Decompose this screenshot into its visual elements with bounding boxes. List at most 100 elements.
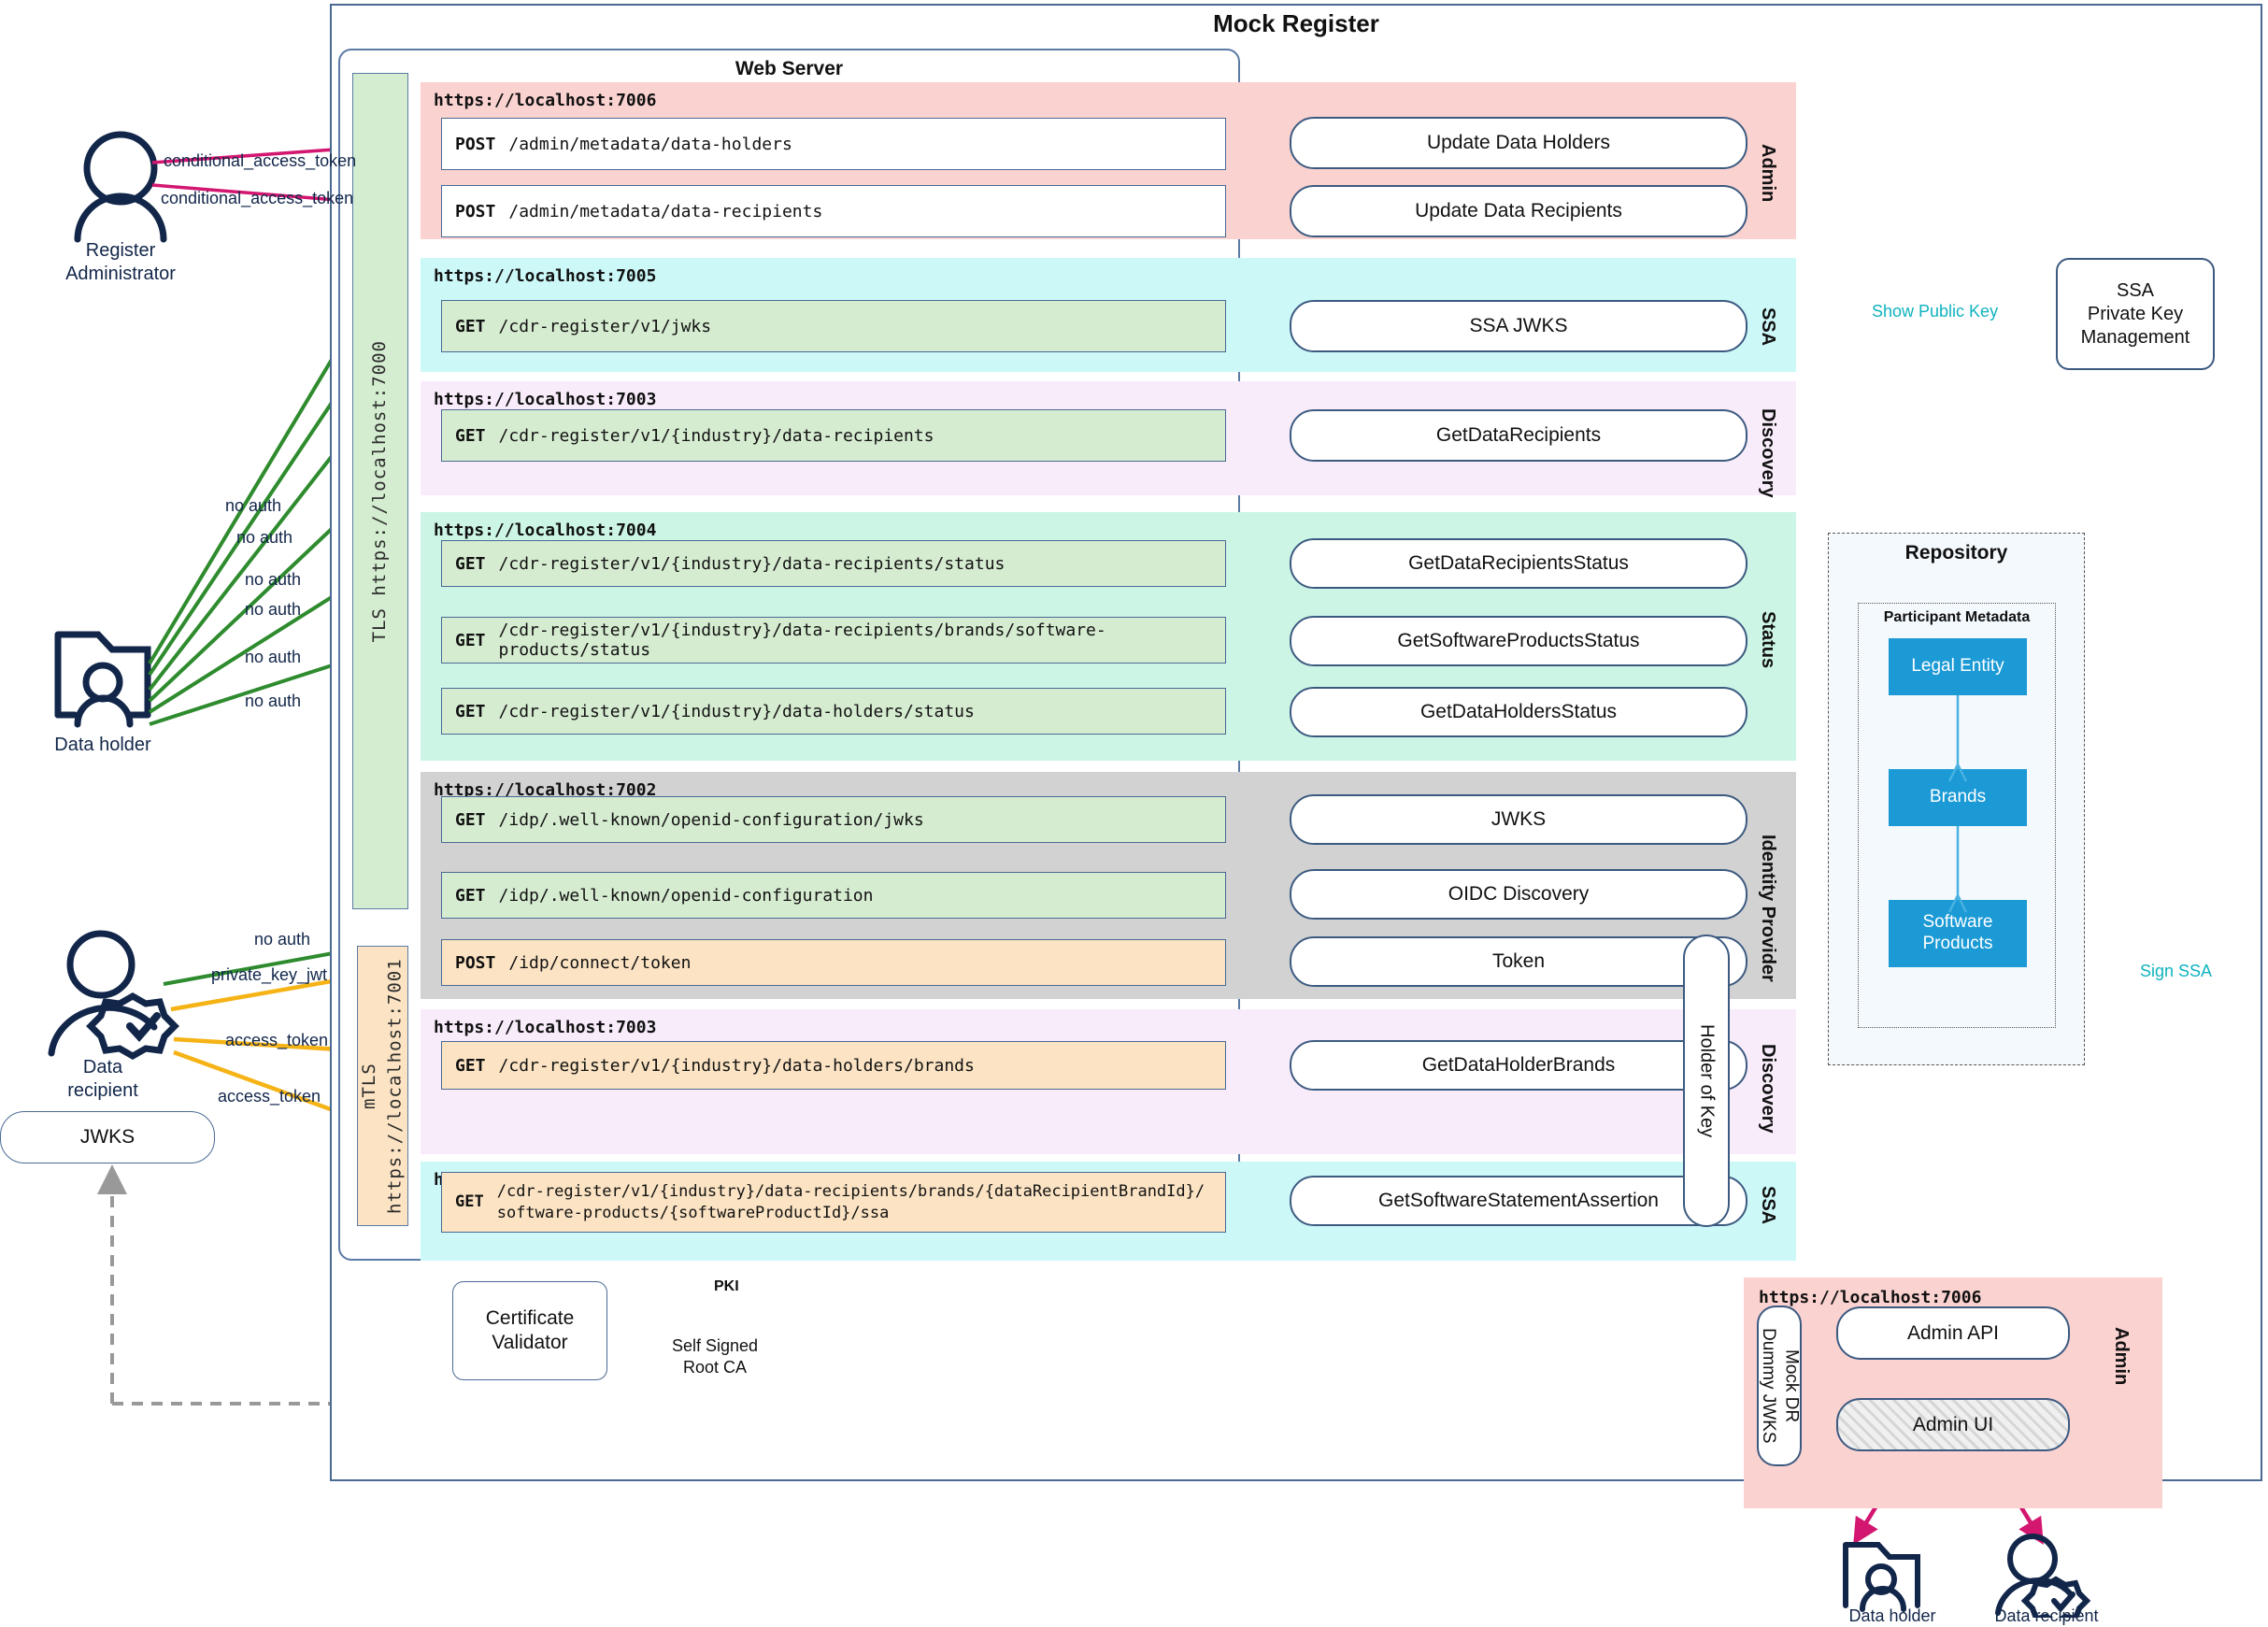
actor-label-data-recipient: Data recipient (67, 1057, 138, 1101)
page-title: Mock Register (1213, 9, 1379, 37)
service-token[interactable]: Token (1290, 936, 1747, 987)
endpoint-path: /cdr-register/v1/{industry}/data-recipie… (498, 621, 1106, 660)
mtls-channel-column: mTLS https://localhost:7001 (357, 946, 408, 1226)
mock-dr-dummy-jwks-box[interactable]: Mock DR Dummy JWKS (1757, 1306, 1802, 1466)
endpoint-get-data-holders-brands[interactable]: GET /cdr-register/v1/{industry}/data-hol… (441, 1041, 1226, 1090)
tls-channel-column: TLS https://localhost:7000 (352, 73, 408, 909)
conn-label-no-auth-5: no auth (245, 648, 302, 666)
band-label-status: Status (1758, 611, 1778, 669)
repo-entity-label: Brands (1929, 787, 1987, 807)
endpoint-get-ssa[interactable]: GET /cdr-register/v1/{industry}/data-rec… (441, 1172, 1226, 1233)
endpoint-path: /idp/.well-known/openid-configuration/jw… (498, 809, 924, 830)
service-get-software-products-status[interactable]: GetSoftwareProductsStatus (1290, 616, 1747, 666)
service-update-data-recipients[interactable]: Update Data Recipients (1290, 185, 1747, 237)
endpoint-path: /admin/metadata/data-recipients (508, 201, 823, 221)
band-admin-url: https://localhost:7006 (434, 91, 657, 110)
band-label-identity-provider: Identity Provider (1758, 835, 1778, 982)
conn-label-no-auth-1: no auth (225, 496, 282, 515)
endpoint-get-jwks[interactable]: GET /cdr-register/v1/jwks (441, 300, 1226, 352)
endpoint-verb: GET (455, 809, 486, 830)
band-status-url: https://localhost:7004 (434, 521, 657, 540)
endpoint-verb: POST (455, 952, 496, 973)
data-holder-icon (54, 631, 151, 728)
actor-label-data-holder: Data holder (54, 735, 151, 755)
conn-label-no-auth-4: no auth (245, 600, 302, 619)
endpoint-verb: GET (455, 630, 486, 650)
endpoint-verb: GET (455, 885, 486, 906)
endpoint-verb: POST (455, 201, 496, 221)
band-label-discovery-bottom: Discovery (1758, 1044, 1778, 1134)
holder-of-key-pill: Holder of Key (1683, 935, 1730, 1227)
conn-label-no-auth-3: no auth (245, 570, 302, 589)
service-update-data-holders[interactable]: Update Data Holders (1290, 117, 1747, 169)
repo-entity-label: Legal Entity (1911, 656, 2004, 677)
actor-label-bottom-data-recipient: Data recipient (1994, 1606, 2099, 1625)
conn-label-sign-ssa: Sign SSA (2140, 962, 2213, 980)
holder-of-key-label: Holder of Key (1696, 1023, 1718, 1138)
band-ssa-top-url: https://localhost:7005 (434, 266, 657, 286)
endpoint-verb: GET (455, 425, 486, 446)
band-discovery-bottom-url: https://localhost:7003 (434, 1018, 657, 1037)
endpoint-verb: GET (455, 701, 486, 721)
diagram-canvas: Mock Register Web Server TLS https://loc… (0, 0, 2268, 1625)
service-get-data-recipients-status[interactable]: GetDataRecipientsStatus (1290, 538, 1747, 589)
tls-channel-label: TLS https://localhost:7000 (369, 339, 391, 643)
register-administrator-icon (74, 131, 167, 243)
service-get-data-recipients[interactable]: GetDataRecipients (1290, 409, 1747, 462)
band-discovery-top-url: https://localhost:7003 (434, 390, 657, 409)
repo-entity-legal-entity[interactable]: Legal Entity (1889, 638, 2027, 695)
pki-icon-text: PKI (714, 1278, 739, 1294)
repo-entity-brands[interactable]: Brands (1889, 769, 2027, 826)
admin-panel-side-label: Admin (2111, 1327, 2132, 1386)
repo-entity-label: Software Products (1922, 912, 1993, 953)
endpoint-post-data-holders[interactable]: POST /admin/metadata/data-holders (441, 118, 1226, 170)
mtls-channel-label: mTLS https://localhost:7001 (358, 958, 406, 1214)
band-label-ssa-top: SSA (1758, 307, 1778, 347)
endpoint-path: /idp/connect/token (508, 952, 692, 973)
service-ssa-jwks[interactable]: SSA JWKS (1290, 300, 1747, 352)
endpoint-get-data-recipients-status[interactable]: GET /cdr-register/v1/{industry}/data-rec… (441, 540, 1226, 587)
bottom-data-holder-icon (1843, 1542, 1920, 1612)
endpoint-path: /cdr-register/v1/{industry}/data-recipie… (498, 425, 934, 446)
endpoint-post-data-recipients[interactable]: POST /admin/metadata/data-recipients (441, 185, 1226, 237)
endpoint-get-openid-jwks[interactable]: GET /idp/.well-known/openid-configuratio… (441, 796, 1226, 843)
endpoint-path: /cdr-register/v1/{industry}/data-holders… (498, 1055, 975, 1076)
endpoint-get-data-recipients[interactable]: GET /cdr-register/v1/{industry}/data-rec… (441, 409, 1226, 462)
data-recipient-jwks-box[interactable]: JWKS (0, 1111, 215, 1163)
endpoint-get-data-holders-status[interactable]: GET /cdr-register/v1/{industry}/data-hol… (441, 688, 1226, 735)
conn-label-conditional-access-token-1: conditional_access_token (164, 151, 357, 170)
admin-api-box[interactable]: Admin API (1836, 1306, 2070, 1360)
conn-label-private-key-jwt: private_key_jwt (211, 965, 328, 984)
conn-label-no-auth-6: no auth (245, 692, 302, 710)
data-recipient-icon (48, 930, 179, 1061)
service-get-data-holder-brands[interactable]: GetDataHolderBrands (1290, 1040, 1747, 1091)
actor-label-register-administrator: Register Administrator (65, 240, 176, 284)
conn-label-conditional-access-token-2: conditional_access_token (161, 189, 354, 207)
endpoint-path: /cdr-register/v1/{industry}/data-recipie… (498, 553, 1006, 574)
service-get-data-holders-status[interactable]: GetDataHoldersStatus (1290, 687, 1747, 737)
endpoint-get-software-products-status[interactable]: GET /cdr-register/v1/{industry}/data-rec… (441, 617, 1226, 664)
endpoint-path: /cdr-register/v1/{industry}/data-recipie… (496, 1181, 1205, 1222)
repo-entity-software-products[interactable]: Software Products (1889, 900, 2027, 967)
endpoint-get-openid-configuration[interactable]: GET /idp/.well-known/openid-configuratio… (441, 872, 1226, 919)
endpoint-path: /cdr-register/v1/{industry}/data-holders… (498, 701, 975, 721)
endpoint-path: /idp/.well-known/openid-configuration (498, 885, 874, 906)
endpoint-verb: GET (455, 1055, 486, 1076)
endpoint-path: /cdr-register/v1/jwks (498, 316, 712, 336)
endpoint-verb: GET (455, 553, 486, 574)
service-get-software-statement-assertion[interactable]: GetSoftwareStatementAssertion (1290, 1176, 1747, 1226)
service-jwks[interactable]: JWKS (1290, 794, 1747, 845)
endpoint-post-connect-token[interactable]: POST /idp/connect/token (441, 939, 1226, 986)
certificate-validator-box[interactable]: Certificate Validator (452, 1281, 607, 1380)
endpoint-verb: POST (455, 134, 496, 154)
conn-label-access-token-1: access_token (225, 1031, 329, 1049)
conn-label-access-token-2: access_token (218, 1087, 321, 1106)
ssa-private-key-management-box[interactable]: SSA Private Key Management (2056, 258, 2215, 370)
repository-title: Repository (1904, 542, 2008, 564)
participant-metadata-title: Participant Metadata (1883, 609, 2031, 625)
conn-label-no-auth-2: no auth (236, 528, 293, 547)
band-label-admin: Admin (1758, 143, 1778, 203)
conn-label-show-public-key: Show Public Key (1872, 302, 1999, 321)
admin-ui-box[interactable]: Admin UI (1836, 1398, 2070, 1451)
service-oidc-discovery[interactable]: OIDC Discovery (1290, 869, 1747, 920)
